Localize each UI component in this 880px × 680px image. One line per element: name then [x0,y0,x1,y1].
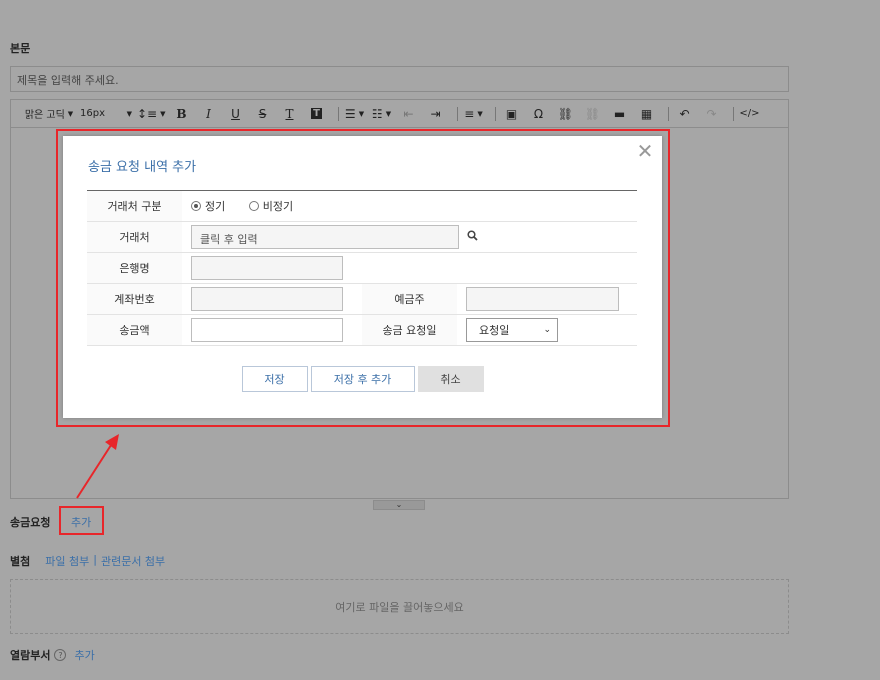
radio-unchecked-icon [248,201,259,211]
client-type-label: 거래처 구분 [87,190,182,222]
strikethrough-icon[interactable]: S [252,104,274,124]
toolbar-divider [667,106,669,121]
toolbar-divider [494,106,496,121]
numbered-list-icon[interactable]: ☷ ▼ [371,104,393,124]
form-row-client-type: 거래처 구분 정기 비정기 [87,190,637,222]
amount-label: 송금액 [87,314,182,346]
annotation-arrow-icon [76,434,119,499]
font-size-select[interactable]: 16px ▼ [80,104,132,124]
radio-irregular-label: 비정기 [262,200,294,213]
horizontal-rule-icon[interactable]: ▬ [609,104,631,124]
chevron-down-icon: ⌄ [395,500,403,509]
image-icon[interactable]: ▣ [501,104,523,124]
undo-icon[interactable]: ↶ [674,104,696,124]
unlink-icon[interactable]: ⛓ [582,104,604,124]
background-color-icon[interactable]: T [306,104,328,124]
body-section-label: 본문 [10,42,31,55]
related-docs-link[interactable]: 관련문서 첨부 [101,553,165,569]
chevron-down-icon: ⌄ [543,325,551,335]
editor-toolbar: 맑은 고딕 ▼ 16px ▼ ↕≡ ▼ B I U S T T ☰ ▼ ☷ ▼ ⇤ ⇥ ≡… [11,100,788,128]
editor-resize-handle[interactable]: ⌄ [373,500,425,510]
save-button[interactable]: 저장 [241,366,308,392]
line-height-icon[interactable]: ↕≡ ▼ [137,104,166,124]
request-date-value: 요청일 [479,324,510,337]
outdent-icon[interactable]: ⇤ [398,104,420,124]
chevron-down-icon: ▼ [126,109,132,118]
bank-label: 은행명 [87,252,182,284]
indent-icon[interactable]: ⇥ [425,104,447,124]
help-icon[interactable]: ? [54,649,67,661]
form-row-bank: 은행명 [87,252,637,284]
readers-label: 열람부서 [10,649,51,662]
title-input[interactable]: 제목을 입력해 주세요. [10,66,789,92]
redo-icon[interactable]: ↷ [701,104,723,124]
remit-request-label: 송금요청 [10,516,51,529]
remit-request-modal: 송금 요청 내역 추가 ✕ 거래처 구분 정기 비정기 거래처 클릭 후 입력 … [63,136,662,418]
link-icon[interactable]: ⛓ [555,104,577,124]
modal-button-row: 저장 저장 후 추가 취소 [63,366,662,392]
special-char-icon[interactable]: Ω [528,104,550,124]
readers-add-link[interactable]: 추가 [74,647,94,663]
form-row-account: 계좌번호 예금주 [87,283,637,315]
amount-input[interactable] [191,318,343,342]
bold-icon[interactable]: B [171,104,193,124]
cancel-button[interactable]: 취소 [417,366,484,392]
file-dropzone[interactable]: 여기로 파일을 끌어놓으세요 [10,579,789,634]
text-color-icon[interactable]: T [279,104,301,124]
link-separator: | [93,553,97,566]
table-icon[interactable]: ▦ [636,104,658,124]
attachment-row: 별첨 파일 첨부 | 관련문서 첨부 [10,553,165,569]
radio-regular-label: 정기 [205,200,226,213]
form-row-client: 거래처 클릭 후 입력 [87,221,637,253]
file-attach-link[interactable]: 파일 첨부 [45,553,89,569]
account-input[interactable] [191,287,343,311]
request-date-select[interactable]: 요청일 ⌄ [466,318,558,342]
remit-form-table: 거래처 구분 정기 비정기 거래처 클릭 후 입력 은행명 계좌번호 예금주 송… [87,190,637,346]
underline-icon[interactable]: U [225,104,247,124]
save-and-add-button[interactable]: 저장 후 추가 [310,366,415,392]
readers-row: 열람부서 ? 추가 [10,647,95,663]
depositor-input[interactable] [466,287,619,311]
toolbar-divider [456,106,458,121]
attachment-links: 파일 첨부 | 관련문서 첨부 [45,553,165,569]
modal-title: 송금 요청 내역 추가 [88,160,197,175]
client-input[interactable]: 클릭 후 입력 [191,225,459,249]
radio-regular[interactable]: 정기 [191,198,225,214]
toolbar-divider [732,106,734,121]
toolbar-divider [337,106,339,121]
request-date-label: 송금 요청일 [362,314,457,346]
source-code-icon[interactable]: </> [739,104,761,124]
highlight-add-link [59,506,104,535]
radio-checked-icon [191,201,201,211]
bullet-list-icon[interactable]: ☰ ▼ [344,104,366,124]
chevron-down-icon: ▼ [67,109,74,118]
dropzone-text: 여기로 파일을 끌어놓으세요 [335,600,464,614]
search-icon[interactable] [466,230,478,244]
form-row-amount: 송금액 송금 요청일 요청일 ⌄ [87,314,637,346]
bank-input[interactable] [191,256,343,280]
font-family-value: 맑은 고딕 [24,110,65,121]
italic-icon[interactable]: I [198,104,220,124]
account-label: 계좌번호 [87,283,182,315]
font-family-select[interactable]: 맑은 고딕 ▼ [23,104,75,124]
close-icon[interactable]: ✕ [636,141,654,161]
depositor-label: 예금주 [362,283,457,315]
radio-irregular[interactable]: 비정기 [248,198,294,214]
attachment-label: 별첨 [10,555,31,568]
font-size-value: 16px [80,108,105,119]
align-icon[interactable]: ≡ ▼ [463,104,485,124]
client-label: 거래처 [87,221,182,253]
